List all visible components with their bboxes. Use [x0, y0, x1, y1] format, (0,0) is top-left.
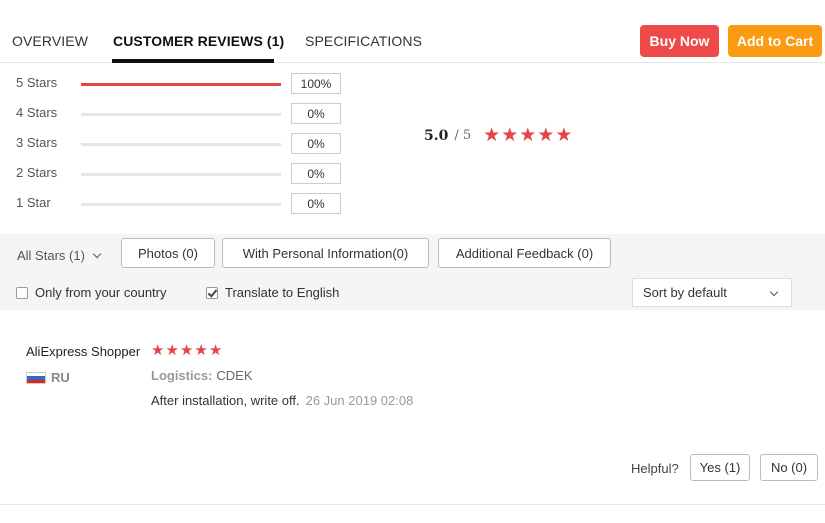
- rating-row-label: 2 Stars: [16, 165, 58, 180]
- translate-option[interactable]: Translate to English: [206, 285, 339, 300]
- personal-info-filter-button[interactable]: With Personal Information(0): [222, 238, 429, 268]
- star-icon: ★: [151, 342, 165, 359]
- rating-percent: 0%: [291, 163, 341, 184]
- rating-percent: 0%: [291, 193, 341, 214]
- review-text: After installation, write off.: [151, 393, 300, 408]
- review-stars: ★ ★ ★ ★ ★: [151, 343, 223, 359]
- sort-dropdown[interactable]: Sort by default: [632, 278, 792, 307]
- chevron-down-icon: [92, 249, 102, 259]
- helpful-yes-button[interactable]: Yes (1): [690, 454, 750, 481]
- review-date: 26 Jun 2019 02:08: [305, 393, 414, 408]
- star-icon: ★: [179, 342, 194, 359]
- review-filters: All Stars (1) Photos (0) With Personal I…: [0, 234, 825, 310]
- rating-bar-fill: [81, 83, 281, 86]
- all-stars-dropdown[interactable]: All Stars (1): [17, 248, 102, 263]
- tab-overview[interactable]: OVERVIEW: [12, 33, 88, 49]
- average-out-of: / 5: [454, 128, 472, 143]
- rating-row-label: 5 Stars: [16, 75, 58, 90]
- star-icon: ★: [208, 342, 223, 359]
- rating-bar-track: [81, 83, 281, 86]
- active-tab-indicator: [112, 59, 274, 63]
- average-score: 5.0: [424, 127, 449, 144]
- rating-row-label: 1 Star: [16, 195, 51, 210]
- helpful-no-button[interactable]: No (0): [760, 454, 818, 481]
- rating-row-4: 4 Stars 0%: [0, 103, 350, 125]
- star-icon: ★: [194, 342, 208, 359]
- rating-bar-track: [81, 173, 281, 176]
- rating-bar-track: [81, 113, 281, 116]
- additional-feedback-filter-button[interactable]: Additional Feedback (0): [438, 238, 611, 268]
- divider: [0, 504, 825, 505]
- russia-flag-icon: [26, 372, 46, 384]
- average-stars: ★ ★ ★ ★ ★: [483, 126, 573, 145]
- average-rating: 5.0 / 5 ★ ★ ★ ★ ★: [424, 126, 573, 145]
- translate-label: Translate to English: [225, 285, 340, 300]
- logistics-label: Logistics:: [151, 368, 213, 383]
- rating-percent: 0%: [291, 133, 341, 154]
- rating-row-1: 1 Star 0%: [0, 193, 350, 215]
- rating-bar-track: [81, 203, 281, 206]
- logistics-value: CDEK: [216, 368, 253, 383]
- review-logistics: Logistics: CDEK: [151, 368, 253, 383]
- only-country-checkbox[interactable]: [16, 286, 28, 299]
- tab-specifications[interactable]: SPECIFICATIONS: [305, 33, 422, 49]
- add-to-cart-button[interactable]: Add to Cart: [728, 25, 822, 57]
- reviewer-country: RU: [51, 370, 70, 385]
- star-icon: ★: [519, 125, 537, 146]
- star-icon: ★: [165, 342, 179, 359]
- review-body: After installation, write off. 26 Jun 201…: [151, 393, 413, 408]
- star-icon: ★: [483, 125, 501, 146]
- helpful-label: Helpful?: [631, 461, 679, 476]
- star-icon: ★: [501, 125, 519, 146]
- translate-checkbox[interactable]: [206, 286, 218, 299]
- reviewer-name: AliExpress Shopper: [26, 344, 141, 359]
- rating-row-3: 3 Stars 0%: [0, 133, 350, 155]
- photos-filter-button[interactable]: Photos (0): [121, 238, 215, 268]
- rating-row-5: 5 Stars 100%: [0, 73, 350, 95]
- rating-row-label: 3 Stars: [16, 135, 58, 150]
- tab-bar: OVERVIEW CUSTOMER REVIEWS (1) SPECIFICAT…: [0, 0, 825, 63]
- rating-percent: 100%: [291, 73, 341, 94]
- star-icon: ★: [555, 125, 573, 146]
- only-country-label: Only from your country: [35, 285, 167, 300]
- all-stars-label: All Stars (1): [17, 248, 85, 263]
- buy-now-button[interactable]: Buy Now: [640, 25, 719, 57]
- star-icon: ★: [537, 125, 555, 146]
- rating-percent: 0%: [291, 103, 341, 124]
- tab-customer-reviews[interactable]: CUSTOMER REVIEWS (1): [113, 33, 284, 49]
- rating-row-label: 4 Stars: [16, 105, 58, 120]
- chevron-down-icon: [769, 287, 779, 297]
- rating-bar-track: [81, 143, 281, 146]
- rating-row-2: 2 Stars 0%: [0, 163, 350, 185]
- only-country-option[interactable]: Only from your country: [16, 285, 167, 300]
- sort-label: Sort by default: [643, 285, 727, 300]
